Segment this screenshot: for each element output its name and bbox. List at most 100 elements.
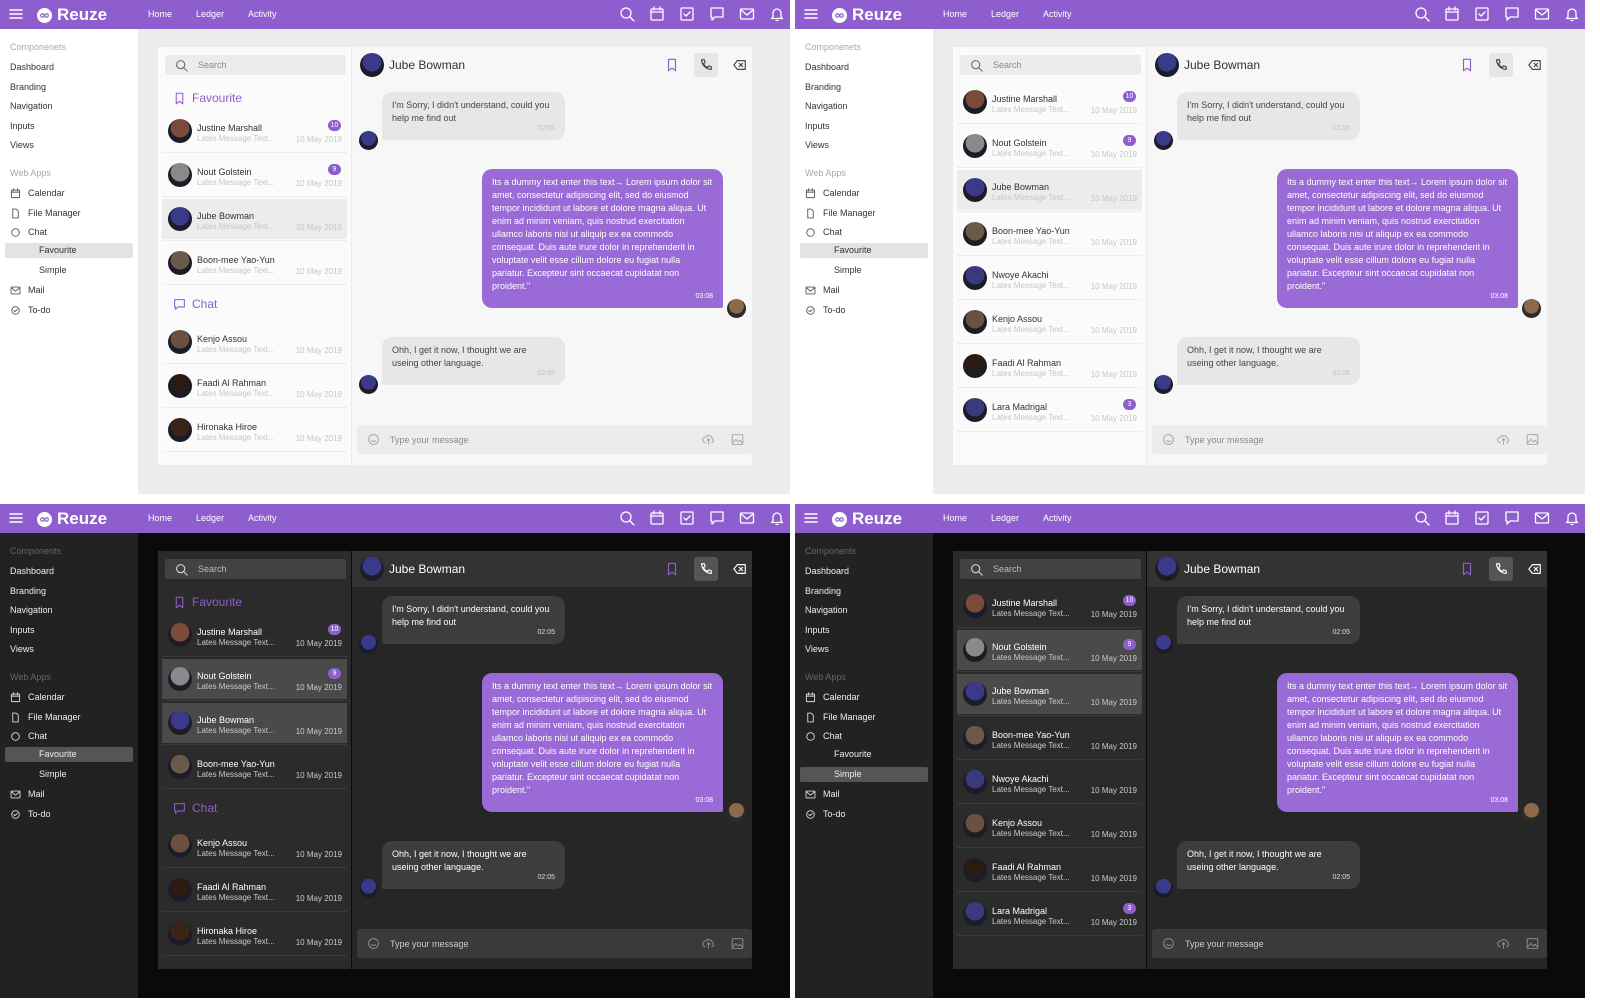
contact-row-boon[interactable]: Boon-mee Yao-Yun Lates Message Text... 10 …: [162, 243, 347, 283]
bell-button[interactable]: [1564, 510, 1580, 526]
sidebar-item-navigation[interactable]: Navigation: [805, 100, 848, 112]
call-button[interactable]: [1489, 53, 1513, 77]
contact-row-nout[interactable]: Nout Golstein Lates Message Text... 10 May…: [162, 155, 347, 195]
close-chat-button[interactable]: [1523, 53, 1547, 77]
sidebar-item-file-manager[interactable]: File Manager: [10, 207, 81, 219]
image-button[interactable]: [731, 433, 745, 447]
app-logo[interactable]: Reuze: [832, 508, 902, 530]
contact-row-boon[interactable]: Boon-mee Yao-Yun Lates Message Text... 10 …: [957, 718, 1142, 758]
emoji-button[interactable]: [1162, 433, 1175, 446]
sidebar-subitem-simple[interactable]: Simple: [5, 263, 133, 278]
sidebar-item-mail[interactable]: Mail: [805, 788, 840, 800]
message-button[interactable]: [709, 6, 725, 22]
emoji-button[interactable]: [367, 937, 380, 950]
menu-button[interactable]: [9, 7, 23, 21]
sidebar-item-views[interactable]: Views: [10, 139, 34, 151]
contact-row-kenjo[interactable]: Kenjo Assou Lates Message Text... 10 May 2…: [162, 322, 347, 362]
checkbox-button[interactable]: [679, 6, 695, 22]
sidebar-chevron[interactable]: [912, 188, 921, 197]
call-button[interactable]: [694, 557, 718, 581]
message-button[interactable]: [1504, 510, 1520, 526]
top-nav-home[interactable]: Home: [943, 504, 967, 533]
search-input[interactable]: Search: [165, 55, 346, 75]
sidebar-item-navigation[interactable]: Navigation: [10, 100, 53, 112]
image-button[interactable]: [1526, 937, 1540, 951]
bookmark-button[interactable]: [660, 53, 684, 77]
contact-row-nwoye[interactable]: Nwoye Akachi Lates Message Text... 10 May …: [957, 258, 1142, 298]
sidebar-chevron[interactable]: [912, 692, 921, 701]
contact-row-justine[interactable]: Justine Marshall Lates Message Text... 10 …: [162, 615, 347, 655]
search-input[interactable]: Search: [165, 559, 346, 579]
calendar-button[interactable]: [1444, 510, 1460, 526]
sidebar-chevron[interactable]: [912, 227, 921, 236]
sidebar-item-calendar[interactable]: Calendar: [805, 691, 860, 703]
sidebar-item-views[interactable]: Views: [805, 139, 829, 151]
contact-row-jube[interactable]: Jube Bowman Lates Message Text... 10 May 2…: [957, 674, 1142, 714]
app-logo[interactable]: Reuze: [37, 4, 107, 26]
sidebar-item-file-manager[interactable]: File Manager: [805, 711, 876, 723]
top-nav-activity[interactable]: Activity: [248, 504, 277, 533]
sidebar-chevron[interactable]: [912, 731, 921, 740]
upload-button[interactable]: [1497, 433, 1511, 447]
sidebar-item-todo[interactable]: To-do: [805, 304, 846, 316]
emoji-button[interactable]: [1162, 937, 1175, 950]
sidebar-item-inputs[interactable]: Inputs: [805, 120, 830, 132]
contact-row-kenjo[interactable]: Kenjo Assou Lates Message Text... 10 May 2…: [957, 806, 1142, 846]
contact-row-jube[interactable]: Jube Bowman Lates Message Text... 10 May 2…: [162, 703, 347, 743]
contact-row-justine[interactable]: Justine Marshall Lates Message Text... 10 …: [957, 82, 1142, 122]
contact-row-jube[interactable]: Jube Bowman Lates Message Text... 10 May 2…: [162, 199, 347, 239]
contact-row-justine[interactable]: Justine Marshall Lates Message Text... 10 …: [162, 111, 347, 151]
sidebar-chevron[interactable]: [117, 285, 126, 294]
sidebar-item-branding[interactable]: Branding: [10, 585, 46, 597]
sidebar-item-navigation[interactable]: Navigation: [10, 604, 53, 616]
top-nav-ledger[interactable]: Ledger: [991, 504, 1019, 533]
message-button[interactable]: [709, 510, 725, 526]
sidebar-item-dashboard[interactable]: Dashboard: [805, 565, 849, 577]
search-input[interactable]: Search: [960, 55, 1141, 75]
sidebar-item-todo[interactable]: To-do: [10, 304, 51, 316]
contact-row-nwoye[interactable]: Nwoye Akachi Lates Message Text... 10 May …: [957, 762, 1142, 802]
upload-button[interactable]: [702, 937, 716, 951]
bookmark-button[interactable]: [1455, 53, 1479, 77]
contact-row-hironaka[interactable]: Hironaka Hiroe Lates Message Text... 10 Ma…: [162, 914, 347, 954]
sidebar-item-dashboard[interactable]: Dashboard: [10, 565, 54, 577]
contact-row-hironaka[interactable]: Hironaka Hiroe Lates Message Text... 10 Ma…: [162, 410, 347, 450]
bell-button[interactable]: [769, 510, 785, 526]
bell-button[interactable]: [769, 6, 785, 22]
sidebar-item-inputs[interactable]: Inputs: [805, 624, 830, 636]
bookmark-button[interactable]: [1455, 557, 1479, 581]
sidebar-item-calendar[interactable]: Calendar: [10, 187, 65, 199]
sidebar-subitem-simple[interactable]: Simple: [800, 263, 928, 278]
contact-row-faadi[interactable]: Faadi Al Rahman Lates Message Text... 10 M…: [162, 366, 347, 406]
sidebar-item-calendar[interactable]: Calendar: [10, 691, 65, 703]
sidebar-chevron[interactable]: [117, 188, 126, 197]
search-button[interactable]: [619, 6, 635, 22]
contact-row-faadi[interactable]: Faadi Al Rahman Lates Message Text... 10 M…: [957, 346, 1142, 386]
sidebar-item-views[interactable]: Views: [10, 643, 34, 655]
sidebar-chevron[interactable]: [117, 692, 126, 701]
message-input[interactable]: Type your message: [1152, 425, 1547, 454]
contact-row-nout[interactable]: Nout Golstein Lates Message Text... 10 May…: [957, 126, 1142, 166]
close-chat-button[interactable]: [1523, 557, 1547, 581]
mail-button[interactable]: [1534, 510, 1550, 526]
sidebar-chevron[interactable]: [117, 789, 126, 798]
sidebar-item-chat[interactable]: Chat: [805, 226, 842, 238]
sidebar-item-todo[interactable]: To-do: [805, 808, 846, 820]
sidebar-item-dashboard[interactable]: Dashboard: [805, 61, 849, 73]
contact-row-nout[interactable]: Nout Golstein Lates Message Text... 10 May…: [957, 630, 1142, 670]
message-input[interactable]: Type your message: [357, 929, 752, 958]
contact-row-faadi[interactable]: Faadi Al Rahman Lates Message Text... 10 M…: [162, 870, 347, 910]
contact-row-boon[interactable]: Boon-mee Yao-Yun Lates Message Text... 10 …: [957, 214, 1142, 254]
sidebar-item-chat[interactable]: Chat: [10, 226, 47, 238]
top-nav-home[interactable]: Home: [148, 504, 172, 533]
sidebar-item-dashboard[interactable]: Dashboard: [10, 61, 54, 73]
emoji-button[interactable]: [367, 433, 380, 446]
contact-row-nout[interactable]: Nout Golstein Lates Message Text... 10 May…: [162, 659, 347, 699]
calendar-button[interactable]: [649, 510, 665, 526]
contact-row-lara[interactable]: Lara Madrigal Lates Message Text... 10 May…: [957, 894, 1142, 934]
contact-row-faadi[interactable]: Faadi Al Rahman Lates Message Text... 10 M…: [957, 850, 1142, 890]
top-nav-home[interactable]: Home: [943, 0, 967, 29]
sidebar-item-views[interactable]: Views: [805, 643, 829, 655]
bell-button[interactable]: [1564, 6, 1580, 22]
close-chat-button[interactable]: [728, 53, 752, 77]
